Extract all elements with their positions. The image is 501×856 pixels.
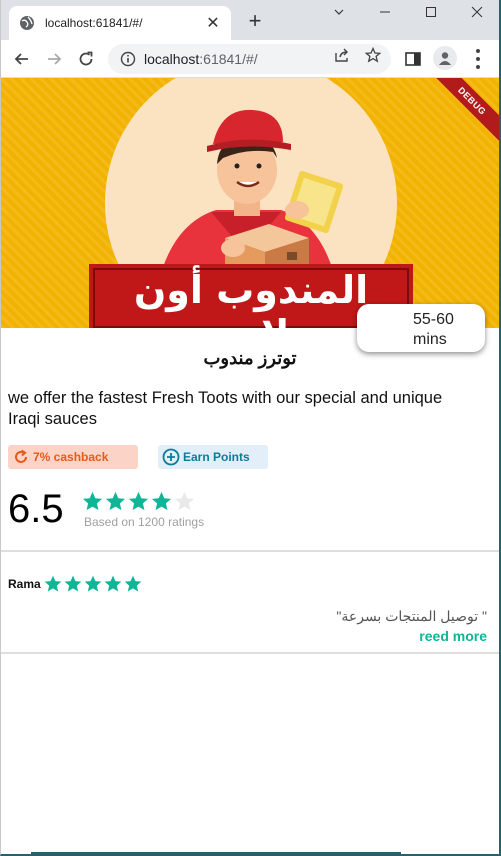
browser-window: localhost:61841/#/ ✕ + localhost:61841/#… xyxy=(0,0,501,856)
cashback-refresh-icon xyxy=(15,449,27,463)
url-host: localhost xyxy=(144,51,200,67)
star-filled-icon xyxy=(105,491,126,511)
maximize-icon[interactable] xyxy=(408,2,454,22)
star-filled-icon xyxy=(151,491,172,511)
review-stars xyxy=(43,574,143,594)
star-filled-icon xyxy=(84,575,102,592)
info-icon[interactable] xyxy=(120,51,136,67)
store-name: توترز مندوب xyxy=(203,348,297,368)
back-icon[interactable] xyxy=(11,48,33,70)
globe-icon xyxy=(20,16,34,30)
earn-points-chip[interactable]: Earn Points xyxy=(158,445,268,469)
star-filled-icon xyxy=(104,575,122,592)
menu-kebab-icon[interactable] xyxy=(475,49,481,69)
browser-tab[interactable]: localhost:61841/#/ ✕ xyxy=(9,6,231,40)
store-description: we offer the fastest Fresh Toots with ou… xyxy=(8,389,443,428)
store-banner-image: المندوب أون لاين DEBUG xyxy=(1,78,499,328)
new-tab-icon[interactable]: + xyxy=(245,10,265,32)
star-filled-icon xyxy=(64,575,82,592)
window-bottom-edge xyxy=(31,852,401,854)
browser-toolbar: localhost:61841/#/ xyxy=(1,40,499,78)
review-text: " توصيل المنتجات بسرعة" xyxy=(336,608,487,624)
star-filled-icon xyxy=(82,491,103,511)
delivery-time-unit: mins xyxy=(413,331,447,348)
star-filled-icon xyxy=(44,575,62,592)
minimize-icon[interactable] xyxy=(362,2,408,22)
url-text: localhost:61841/#/ xyxy=(144,51,258,67)
section-divider xyxy=(1,550,499,552)
title-bar: localhost:61841/#/ ✕ + xyxy=(1,0,499,40)
star-filled-icon xyxy=(124,575,142,592)
tab-title: localhost:61841/#/ xyxy=(45,16,143,30)
close-window-icon[interactable] xyxy=(454,2,500,22)
bookmark-star-icon[interactable] xyxy=(365,47,381,63)
cashback-chip[interactable]: 7% cashback xyxy=(8,445,138,469)
app-page: المندوب أون لاين DEBUG 55-60 mins توترز … xyxy=(1,78,499,854)
cashback-label: 7% cashback xyxy=(33,450,109,464)
earn-points-label: Earn Points xyxy=(183,450,250,464)
rating-stars xyxy=(81,490,196,513)
delivery-time-range: 55-60 xyxy=(413,311,454,328)
rating-count: Based on 1200 ratings xyxy=(84,515,205,529)
share-icon[interactable] xyxy=(334,47,350,63)
read-more-link[interactable]: reed more xyxy=(419,628,487,644)
rating-value: 6.5 xyxy=(8,487,64,531)
side-panel-icon[interactable] xyxy=(404,50,422,68)
review-header: Rama xyxy=(8,574,143,594)
tab-search-icon[interactable] xyxy=(316,2,362,22)
star-filled-icon xyxy=(128,491,149,511)
reload-icon[interactable] xyxy=(75,48,97,70)
delivery-time-badge: 55-60 mins xyxy=(357,304,485,352)
profile-avatar-icon[interactable] xyxy=(433,46,457,70)
section-divider xyxy=(1,652,499,654)
tab-close-icon[interactable]: ✕ xyxy=(205,13,221,33)
reviewer-name: Rama xyxy=(8,577,41,591)
star-empty-icon xyxy=(174,491,195,511)
url-path: :61841/#/ xyxy=(199,51,258,67)
forward-icon[interactable] xyxy=(43,48,65,70)
add-circle-icon xyxy=(162,448,180,466)
